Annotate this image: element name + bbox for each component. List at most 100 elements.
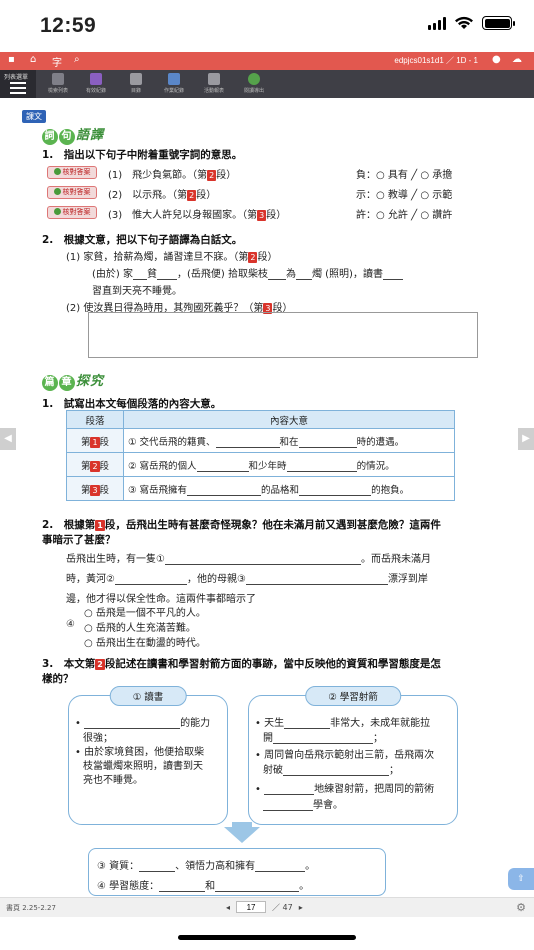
- battery-icon: [482, 16, 515, 30]
- records-icon: [90, 73, 102, 85]
- check-answer-button[interactable]: 核對答案: [47, 186, 97, 199]
- clock: 12:59: [40, 14, 97, 37]
- down-arrow-icon: [224, 827, 260, 843]
- floating-tool-button[interactable]: ⇧: [508, 868, 534, 890]
- q1-item-1: (1) 飛少負氣節。（第 2 段）: [108, 170, 237, 181]
- home-icon[interactable]: ⌂: [30, 54, 36, 65]
- q1-item-2: (2) 以示飛。（第 2 段）: [108, 190, 217, 201]
- question-4: 2. 根據第 1 段，岳飛出生時有甚麼奇怪現象？他在未滿月前又遇到甚麼危險？這兩件: [42, 519, 441, 531]
- tool-activity-report[interactable]: 活動報表: [194, 73, 234, 94]
- text-size-icon[interactable]: 字: [52, 54, 62, 69]
- check-answer-button[interactable]: 核對答案: [47, 206, 97, 219]
- reading-line[interactable]: • 的能力: [75, 714, 210, 729]
- tool-homework[interactable]: 作業紀錄: [154, 73, 194, 94]
- summary-cell[interactable]: ③ 寫岳飛擁有 的品格和 的抱負。: [123, 476, 455, 501]
- table-row: 第2段 ② 寫岳飛的個人 和少年時 的情況。: [66, 452, 455, 477]
- q4-line-1[interactable]: 岳飛出生時，有一隻① 。而岳飛未滿月: [66, 550, 431, 565]
- check-answer-label: 核對答案: [62, 208, 91, 216]
- question-5: 3. 本文第 2 段記述在讀書和學習射箭方面的事跡，當中反映他的資質和學習態度是怎: [42, 658, 441, 670]
- cellular-signal-icon: [428, 16, 446, 30]
- question-1: 1. 指出以下句子中附着重號字詞的意思。: [42, 149, 243, 161]
- check-answer-button[interactable]: 核對答案: [47, 166, 97, 179]
- q4-option-number: ④: [66, 619, 75, 630]
- title-char: 詞: [42, 129, 58, 145]
- question-3: 1. 試寫出本文每個段落的內容大意。: [42, 398, 222, 410]
- table-row: 第3段 ③ 寫岳飛擁有 的品格和 的抱負。: [66, 476, 455, 501]
- tool-bar: 列表選單 檢索列表 有效紀錄 目錄 作業紀錄 活動報表 閱讀導出: [0, 70, 534, 98]
- list-icon: [52, 73, 64, 85]
- user-icon[interactable]: ●: [492, 54, 501, 65]
- q2-item-1-answer[interactable]: (由於) 家貧，(岳飛便) 拾取柴枝為燭 (照明)，讀書: [92, 265, 403, 280]
- logo-icon: ▪: [8, 54, 15, 65]
- question-4-line2: 事暗示了甚麼？: [42, 534, 116, 546]
- breadcrumb: edpjcs01s1d1 ／ 1D - 1: [394, 56, 478, 65]
- conclusion-box: ③ 資質： 、領悟力高和擁有。 ④ 學習態度：和。: [88, 848, 386, 896]
- search-icon[interactable]: ⌕: [74, 54, 80, 65]
- question-2: 2. 根據文意，把以下句子語譯為白話文。: [42, 234, 243, 246]
- title-rest: 語譯: [76, 128, 105, 143]
- report-icon: [208, 73, 220, 85]
- tool-contents[interactable]: 目錄: [116, 73, 156, 94]
- title-rest: 探究: [76, 374, 105, 389]
- homework-icon: [168, 73, 180, 85]
- q4-option[interactable]: ○ 岳飛出生在動盪的時代。: [84, 634, 206, 649]
- wifi-icon: [455, 16, 473, 29]
- section-title-vocab: 詞句語譯: [42, 124, 104, 145]
- tool-index-list[interactable]: 檢索列表: [38, 73, 78, 94]
- reading-line: 很強；: [83, 733, 113, 744]
- list-menu-button[interactable]: 列表選單: [0, 70, 36, 98]
- next-page-arrow[interactable]: ▶: [518, 428, 534, 450]
- archery-box: ② 學習射箭 • 天生 非常大，未成年就能拉 開； • 周同曾向岳飛示範射出三箭，…: [248, 686, 458, 825]
- q4-option[interactable]: ○ 岳飛的人生充滿苦難。: [84, 619, 196, 634]
- list-menu-label: 列表選單: [4, 74, 29, 81]
- total-pages: ／ 47: [272, 902, 293, 912]
- tool-label: 有效紀錄: [85, 88, 106, 94]
- q1-item-3-options[interactable]: 許：○ 允許 ╱ ○ 讚許: [356, 206, 452, 221]
- para-cell: 第2段: [66, 452, 124, 477]
- archery-line[interactable]: 學會。: [263, 796, 343, 811]
- archery-line: • 周同曾向岳飛示範射出三箭，岳飛兩次: [255, 750, 435, 761]
- q4-option[interactable]: ○ 岳飛是一個不平凡的人。: [84, 604, 206, 619]
- q4-line-2[interactable]: 時，黃河② ，他的母親③ 漂浮到岸: [66, 570, 428, 585]
- reading-line: 亮也不睡覺。: [83, 775, 143, 786]
- archery-line[interactable]: • 地練習射箭，把周同的箭術: [255, 780, 434, 795]
- prev-page-button[interactable]: ◂: [226, 903, 230, 912]
- page-number-input[interactable]: [236, 901, 267, 913]
- archery-line[interactable]: 射破；: [263, 761, 399, 776]
- para-cell: 第3段: [66, 476, 124, 501]
- archery-line[interactable]: • 天生 非常大，未成年就能拉: [255, 714, 430, 729]
- tool-label: 目錄: [130, 88, 141, 94]
- q1-item-1-options[interactable]: 負：○ 具有 ╱ ○ 承擔: [356, 166, 452, 181]
- status-icons: [428, 16, 515, 30]
- hamburger-icon: [10, 82, 26, 97]
- globe-icon: [248, 73, 260, 85]
- archery-line[interactable]: 開；: [263, 729, 383, 744]
- page-navigation-bar: 書頁 2.25-2.27 ◂ ／ 47 ▸ ⚙: [0, 897, 534, 917]
- tool-records[interactable]: 有效紀錄: [76, 73, 116, 94]
- reading-line: • 由於家境貧困，他便拾取柴: [75, 747, 205, 758]
- conclusion-line[interactable]: ④ 學習態度：和。: [97, 877, 309, 892]
- q1-item-2-options[interactable]: 示：○ 教導 ╱ ○ 示範: [356, 186, 452, 201]
- conclusion-line[interactable]: ③ 資質： 、領悟力高和擁有。: [97, 857, 315, 872]
- reading-box: ① 讀書 • 的能力 很強； • 由於家境貧困，他便拾取柴 枝當蠟燭來照明，讀書…: [68, 686, 228, 825]
- cloud-icon[interactable]: ☁: [512, 54, 522, 65]
- tool-export[interactable]: 閱讀導出: [234, 73, 274, 94]
- prev-page-arrow[interactable]: ◀: [0, 428, 16, 450]
- section-title-explore: 篇章探究: [42, 370, 104, 391]
- para-cell: 第1段: [66, 428, 124, 453]
- tool-label: 檢索列表: [47, 88, 68, 94]
- next-page-button[interactable]: ▸: [299, 903, 303, 912]
- app-top-bar: ▪ ⌂ 字 ⌕ edpjcs01s1d1 ／ 1D - 1 ● ☁: [0, 52, 534, 70]
- tool-label: 活動報表: [203, 88, 224, 94]
- summary-cell[interactable]: ② 寫岳飛的個人 和少年時 的情況。: [123, 452, 455, 477]
- title-char: 句: [59, 129, 75, 145]
- settings-icon[interactable]: ⚙: [516, 901, 526, 914]
- title-char: 章: [59, 375, 75, 391]
- reading-box-title: ① 讀書: [109, 686, 187, 706]
- q4-line-3: 邊，他才得以保全性命。這兩件事都暗示了: [66, 594, 256, 605]
- tool-label: 閱讀導出: [243, 88, 264, 94]
- summary-cell[interactable]: ① 交代岳飛的籍貫、 和在 時的遭遇。: [123, 428, 455, 453]
- translation-answer-box[interactable]: [88, 312, 478, 358]
- paragraph-summary-table: 段落 內容大意 第1段 ① 交代岳飛的籍貫、 和在 時的遭遇。 第2段 ② 寫岳飛的…: [66, 410, 455, 501]
- check-answer-label: 核對答案: [62, 168, 91, 176]
